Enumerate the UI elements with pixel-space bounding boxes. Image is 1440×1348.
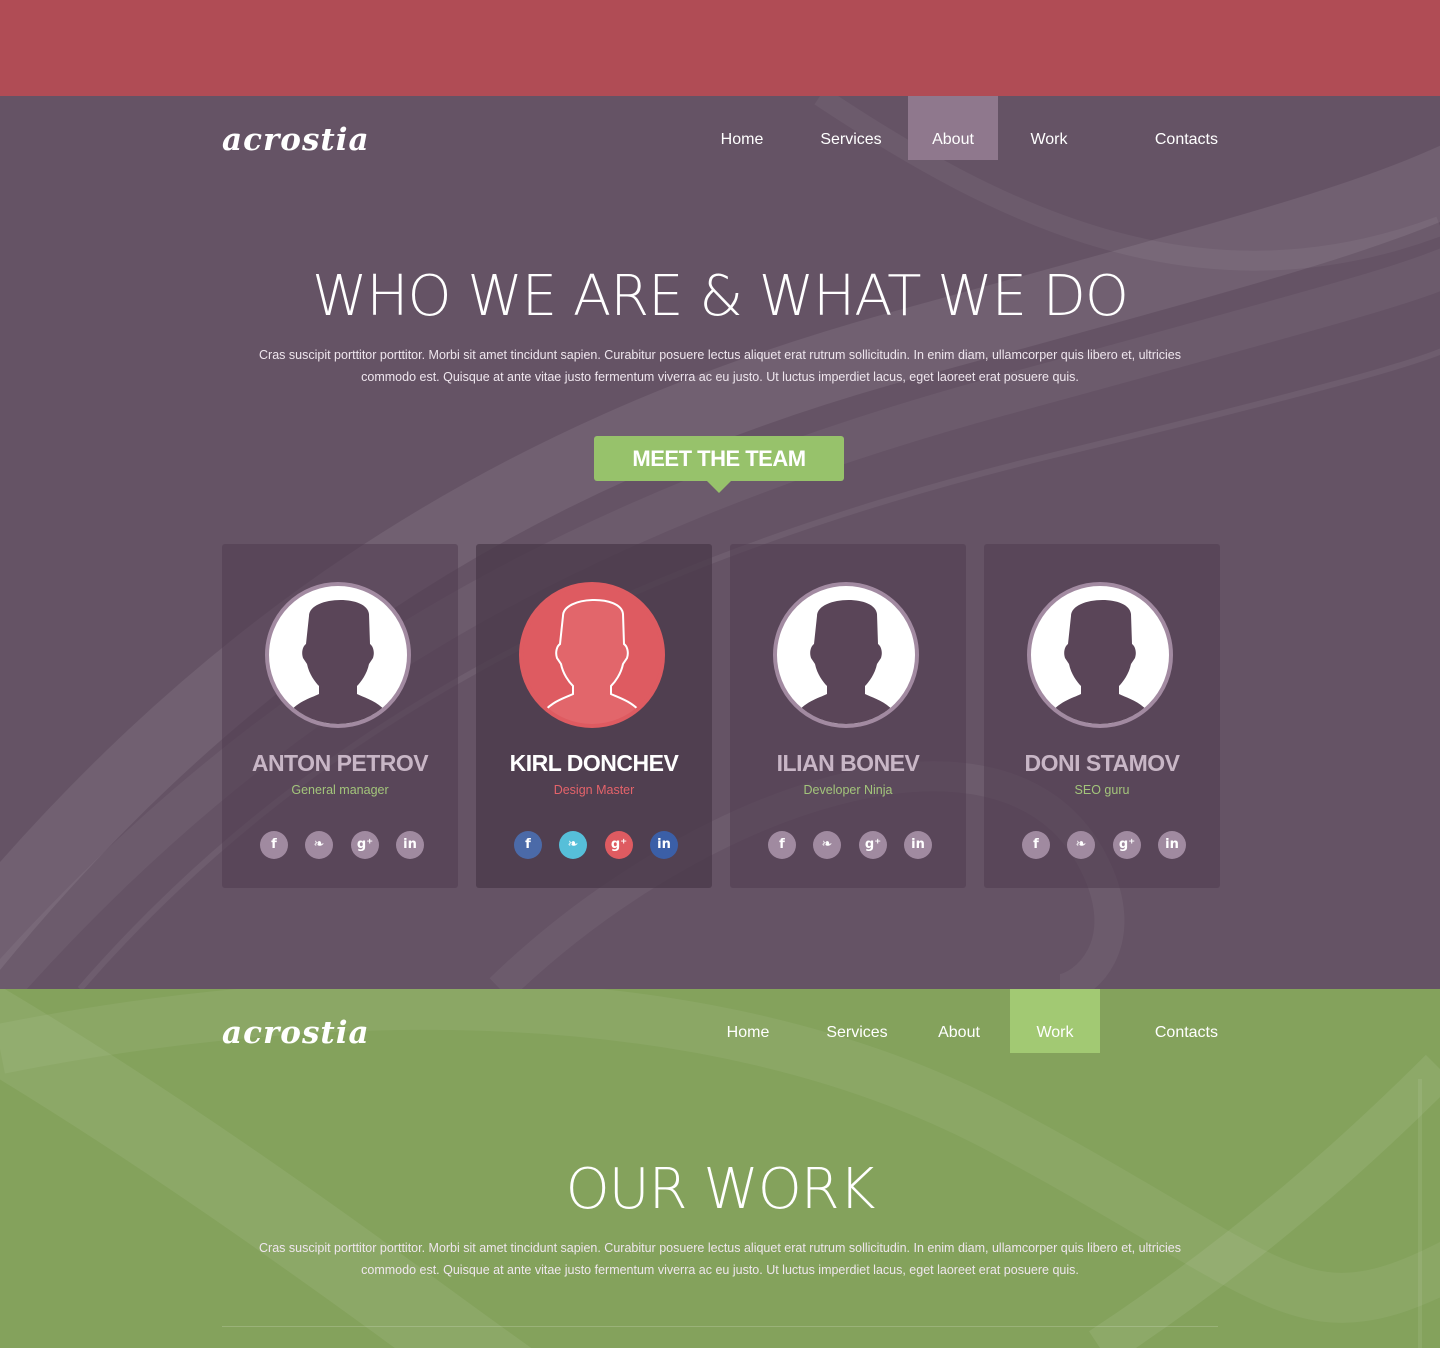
- member-role: Developer Ninja: [803, 783, 893, 797]
- work-header: acrostia Home Services About Work Contac…: [222, 989, 1218, 1053]
- work-description: Cras suscipit porttitor porttitor. Morbi…: [259, 1241, 1181, 1277]
- nav-contacts[interactable]: Contacts: [1100, 96, 1218, 160]
- person-silhouette-icon: [540, 599, 644, 724]
- nav-services[interactable]: Services: [800, 989, 914, 1053]
- member-name: DONI STAMOV: [1024, 750, 1180, 776]
- avatar: [265, 582, 411, 728]
- nav-services[interactable]: Services: [794, 96, 908, 160]
- facebook-icon[interactable]: f: [1022, 831, 1050, 859]
- nav-home[interactable]: Home: [700, 989, 796, 1053]
- social-links: f ❧ g⁺ in: [1022, 831, 1186, 859]
- team-card: DONI STAMOV SEO guru f ❧ g⁺ in: [984, 544, 1220, 888]
- google-plus-icon[interactable]: g⁺: [605, 831, 633, 859]
- about-section: acrostia Home Services About Work Contac…: [0, 96, 1440, 989]
- google-plus-icon[interactable]: g⁺: [859, 831, 887, 859]
- work-section: acrostia Home Services About Work Contac…: [0, 989, 1440, 1348]
- team-card: ILIAN BONEV Developer Ninja f ❧ g⁺ in: [730, 544, 966, 888]
- linkedin-icon[interactable]: in: [1158, 831, 1186, 859]
- member-role: General manager: [291, 783, 389, 797]
- meet-the-team-label: MEET THE TEAM: [594, 436, 844, 493]
- nav-work[interactable]: Work: [1010, 989, 1100, 1053]
- twitter-icon[interactable]: ❧: [813, 831, 841, 859]
- about-description: Cras suscipit porttitor porttitor. Morbi…: [259, 348, 1181, 384]
- about-title: WHO WE ARE & WHAT WE DO: [312, 264, 1129, 329]
- person-silhouette-icon: [795, 600, 897, 724]
- facebook-icon[interactable]: f: [514, 831, 542, 859]
- nav-contacts[interactable]: Contacts: [1106, 989, 1218, 1053]
- member-name: ILIAN BONEV: [776, 750, 920, 776]
- social-links: f ❧ g⁺ in: [768, 831, 932, 859]
- member-name: KIRL DONCHEV: [509, 750, 679, 776]
- team-card: ANTON PETROV General manager f ❧ g⁺ in: [222, 544, 458, 888]
- linkedin-icon[interactable]: in: [396, 831, 424, 859]
- section-divider: [222, 1326, 1218, 1327]
- nav-about[interactable]: About: [914, 989, 1004, 1053]
- member-role: SEO guru: [1074, 783, 1130, 797]
- team-card-featured: KIRL DONCHEV Design Master f ❧ g⁺ in: [476, 544, 712, 888]
- facebook-icon[interactable]: f: [260, 831, 288, 859]
- twitter-icon[interactable]: ❧: [1067, 831, 1095, 859]
- nav-about[interactable]: About: [908, 96, 998, 160]
- top-color-band: [0, 0, 1440, 96]
- member-name: ANTON PETROV: [251, 750, 429, 776]
- social-links: f ❧ g⁺ in: [260, 831, 424, 859]
- facebook-icon[interactable]: f: [768, 831, 796, 859]
- main-nav: Home Services About Work Contacts: [700, 989, 1218, 1053]
- team-cards: ANTON PETROV General manager f ❧ g⁺ in K…: [222, 544, 1220, 888]
- logo[interactable]: acrostia: [222, 122, 370, 158]
- person-silhouette-icon: [287, 600, 389, 724]
- work-title: OUR WORK: [565, 1157, 876, 1222]
- linkedin-icon[interactable]: in: [650, 831, 678, 859]
- social-links: f ❧ g⁺ in: [514, 831, 678, 859]
- person-silhouette-icon: [1049, 600, 1151, 724]
- nav-home[interactable]: Home: [694, 96, 790, 160]
- avatar: [519, 582, 665, 728]
- logo[interactable]: acrostia: [222, 1015, 370, 1051]
- google-plus-icon[interactable]: g⁺: [351, 831, 379, 859]
- twitter-icon[interactable]: ❧: [559, 831, 587, 859]
- main-nav: Home Services About Work Contacts: [694, 96, 1218, 160]
- twitter-icon[interactable]: ❧: [305, 831, 333, 859]
- linkedin-icon[interactable]: in: [904, 831, 932, 859]
- member-role: Design Master: [553, 783, 635, 797]
- avatar: [1027, 582, 1173, 728]
- google-plus-icon[interactable]: g⁺: [1113, 831, 1141, 859]
- avatar: [773, 582, 919, 728]
- nav-work[interactable]: Work: [998, 96, 1100, 160]
- about-header: acrostia Home Services About Work Contac…: [222, 96, 1218, 160]
